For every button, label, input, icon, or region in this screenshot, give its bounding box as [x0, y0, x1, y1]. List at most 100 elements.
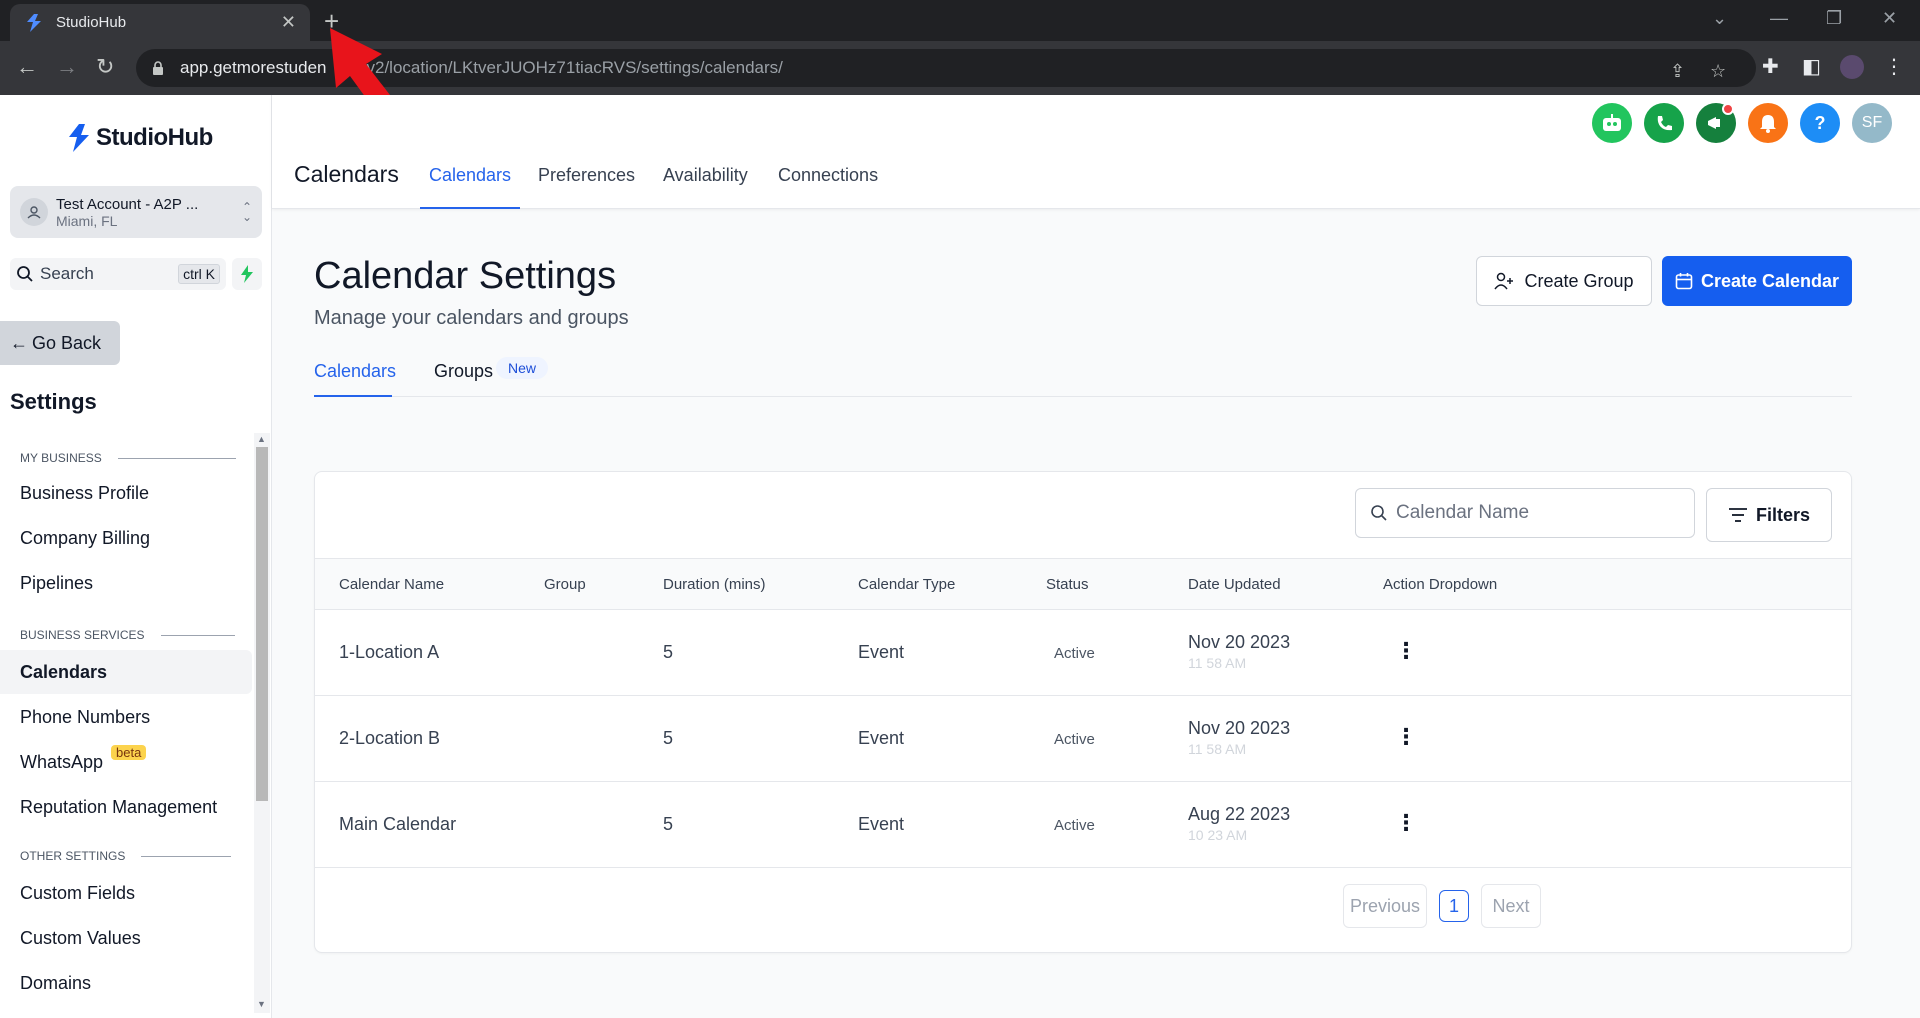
sidebar-item-label: Pipelines — [20, 572, 94, 593]
scroll-up-icon[interactable]: ▲ — [257, 434, 266, 444]
sidebar-item-whatsapp[interactable]: WhatsApp beta — [0, 740, 252, 784]
sidebar: StudioHub Test Account - A2P ... Miami, … — [0, 95, 272, 1018]
table-row[interactable]: 1-Location A 5 Event Active Nov 20 2023 … — [315, 610, 1851, 696]
calendar-search-input[interactable] — [1396, 502, 1676, 524]
tab-preferences[interactable]: Preferences — [538, 165, 635, 209]
sidebar-item-business-profile[interactable]: Business Profile — [0, 471, 252, 515]
sidebar-item-label: Phone Numbers — [20, 706, 151, 727]
sidebar-item-custom-fields[interactable]: Custom Fields — [0, 871, 252, 915]
help-label: ? — [1814, 112, 1826, 133]
sidebar-item-company-billing[interactable]: Company Billing — [0, 516, 252, 560]
sidebar-scrollbar[interactable]: ▲ ▼ — [254, 433, 270, 1013]
scrollbar-thumb[interactable] — [256, 447, 268, 801]
robot-icon[interactable] — [1592, 103, 1632, 143]
next-page-button[interactable]: Next — [1481, 884, 1541, 928]
filters-button[interactable]: Filters — [1706, 488, 1832, 542]
lightning-bolt-icon — [241, 265, 253, 283]
reload-icon[interactable]: ↻ — [96, 55, 114, 79]
column-header-calendar-name[interactable]: Calendar Name — [339, 576, 444, 593]
sidebar-item-label: Company Billing — [20, 527, 151, 548]
calendar-name-cell[interactable]: Main Calendar — [339, 814, 456, 835]
minimize-icon[interactable]: — — [1770, 8, 1788, 29]
window-close-icon[interactable]: ✕ — [1882, 8, 1897, 29]
account-switcher[interactable]: Test Account - A2P ... Miami, FL ⌃ ⌄ — [10, 186, 262, 238]
date-updated-cell: Aug 22 2023 10 23 AM — [1188, 804, 1290, 843]
browser-tab[interactable]: StudioHub ✕ — [10, 4, 310, 41]
table-header: Calendar Name Group Duration (mins) Cale… — [315, 558, 1851, 610]
tab-connections[interactable]: Connections — [778, 165, 878, 209]
user-avatar[interactable]: SF — [1852, 103, 1892, 143]
forward-arrow-icon[interactable]: → — [56, 55, 78, 79]
back-arrow-icon[interactable]: ← — [16, 55, 38, 79]
table-row[interactable]: 2-Location B 5 Event Active Nov 20 2023 … — [315, 696, 1851, 782]
section-other-settings: OTHER SETTINGS — [20, 849, 232, 863]
date-updated-date: Nov 20 2023 — [1188, 718, 1291, 738]
row-actions-kebab-icon[interactable]: ⋮ — [1395, 640, 1417, 662]
studiohub-logo-icon — [69, 124, 89, 152]
megaphone-icon[interactable] — [1696, 103, 1736, 143]
url-text: app.getmorestuden v2/location/LKtverJUOHz… — [180, 58, 783, 78]
row-actions-kebab-icon[interactable]: ⋮ — [1395, 726, 1417, 748]
calendar-name-cell[interactable]: 1-Location A — [339, 642, 439, 663]
sidebar-item-domains[interactable]: Domains — [0, 961, 252, 1005]
column-header-group[interactable]: Group — [544, 576, 586, 593]
calendar-type-cell: Event — [858, 642, 905, 662]
create-group-button[interactable]: Create Group — [1476, 256, 1652, 306]
column-header-duration[interactable]: Duration (mins) — [663, 576, 766, 593]
sidebar-item-calendars[interactable]: Calendars — [0, 650, 252, 694]
go-back-button[interactable]: ← Go Back — [0, 321, 120, 365]
duration-cell: 5 — [663, 814, 674, 834]
sidebar-item-label: Business Profile — [20, 482, 150, 503]
tab-search-icon[interactable]: ⌄ — [1712, 8, 1727, 29]
search-icon — [1371, 505, 1387, 521]
tab-label: Connections — [778, 165, 879, 185]
date-updated-date: Aug 22 2023 — [1188, 804, 1291, 824]
table-row[interactable]: Main Calendar 5 Event Active Aug 22 2023… — [315, 782, 1851, 868]
row-actions-kebab-icon[interactable]: ⋮ — [1395, 812, 1417, 834]
section-divider — [160, 634, 235, 636]
url-host: app.getmorestuden — [180, 58, 327, 77]
brand-logo[interactable]: StudioHub — [66, 123, 213, 153]
previous-page-button[interactable]: Previous — [1343, 884, 1427, 928]
notification-dot — [1722, 103, 1734, 115]
page-number-button[interactable]: 1 — [1439, 890, 1469, 922]
bell-icon[interactable] — [1748, 103, 1788, 143]
sidebar-item-pipelines[interactable]: Pipelines — [0, 561, 252, 605]
share-icon[interactable]: ⇪ — [1670, 61, 1685, 82]
tab-label: Availability — [663, 165, 748, 185]
go-back-label: Go Back — [32, 332, 102, 353]
sidebar-search[interactable]: Search ctrl K — [10, 258, 226, 290]
side-panel-icon[interactable]: ◧ — [1802, 55, 1821, 79]
column-header-status[interactable]: Status — [1046, 576, 1089, 593]
phone-icon[interactable] — [1644, 103, 1684, 143]
tab-calendars[interactable]: Calendars — [420, 165, 520, 209]
column-header-date-updated[interactable]: Date Updated — [1188, 576, 1281, 593]
sidebar-item-label: Calendars — [20, 661, 108, 682]
arrow-left-icon: ← — [10, 332, 28, 353]
sidebar-item-label: Reputation Management — [20, 796, 218, 817]
search-shortcut: ctrl K — [178, 264, 220, 284]
profile-avatar-icon[interactable] — [1840, 55, 1864, 79]
calendar-search-field[interactable] — [1355, 488, 1695, 538]
bookmark-star-icon[interactable]: ☆ — [1710, 61, 1726, 82]
scroll-down-icon[interactable]: ▼ — [257, 999, 266, 1009]
browser-menu-icon[interactable]: ⋮ — [1884, 55, 1904, 79]
date-updated-time: 11 58 AM — [1188, 741, 1247, 757]
extensions-puzzle-icon[interactable]: ✚ — [1762, 55, 1779, 79]
quick-actions-button[interactable] — [232, 258, 262, 290]
sidebar-item-reputation-management[interactable]: Reputation Management — [0, 785, 252, 829]
calendar-name-cell[interactable]: 2-Location B — [339, 728, 440, 749]
duration-cell: 5 — [663, 642, 674, 662]
sidebar-item-custom-values[interactable]: Custom Values — [0, 916, 252, 960]
sidebar-item-phone-numbers[interactable]: Phone Numbers — [0, 695, 252, 739]
subtab-groups[interactable]: Groups — [434, 361, 493, 397]
subtab-calendars[interactable]: Calendars — [314, 361, 396, 397]
restore-icon[interactable]: ❐ — [1826, 8, 1842, 29]
page-subtitle: Manage your calendars and groups — [314, 307, 629, 329]
close-tab-icon[interactable]: ✕ — [281, 12, 296, 33]
tab-availability[interactable]: Availability — [663, 165, 748, 209]
duration-cell: 5 — [663, 728, 674, 748]
help-icon[interactable]: ? — [1800, 103, 1840, 143]
create-calendar-button[interactable]: Create Calendar — [1662, 256, 1852, 306]
column-header-calendar-type[interactable]: Calendar Type — [858, 576, 955, 593]
